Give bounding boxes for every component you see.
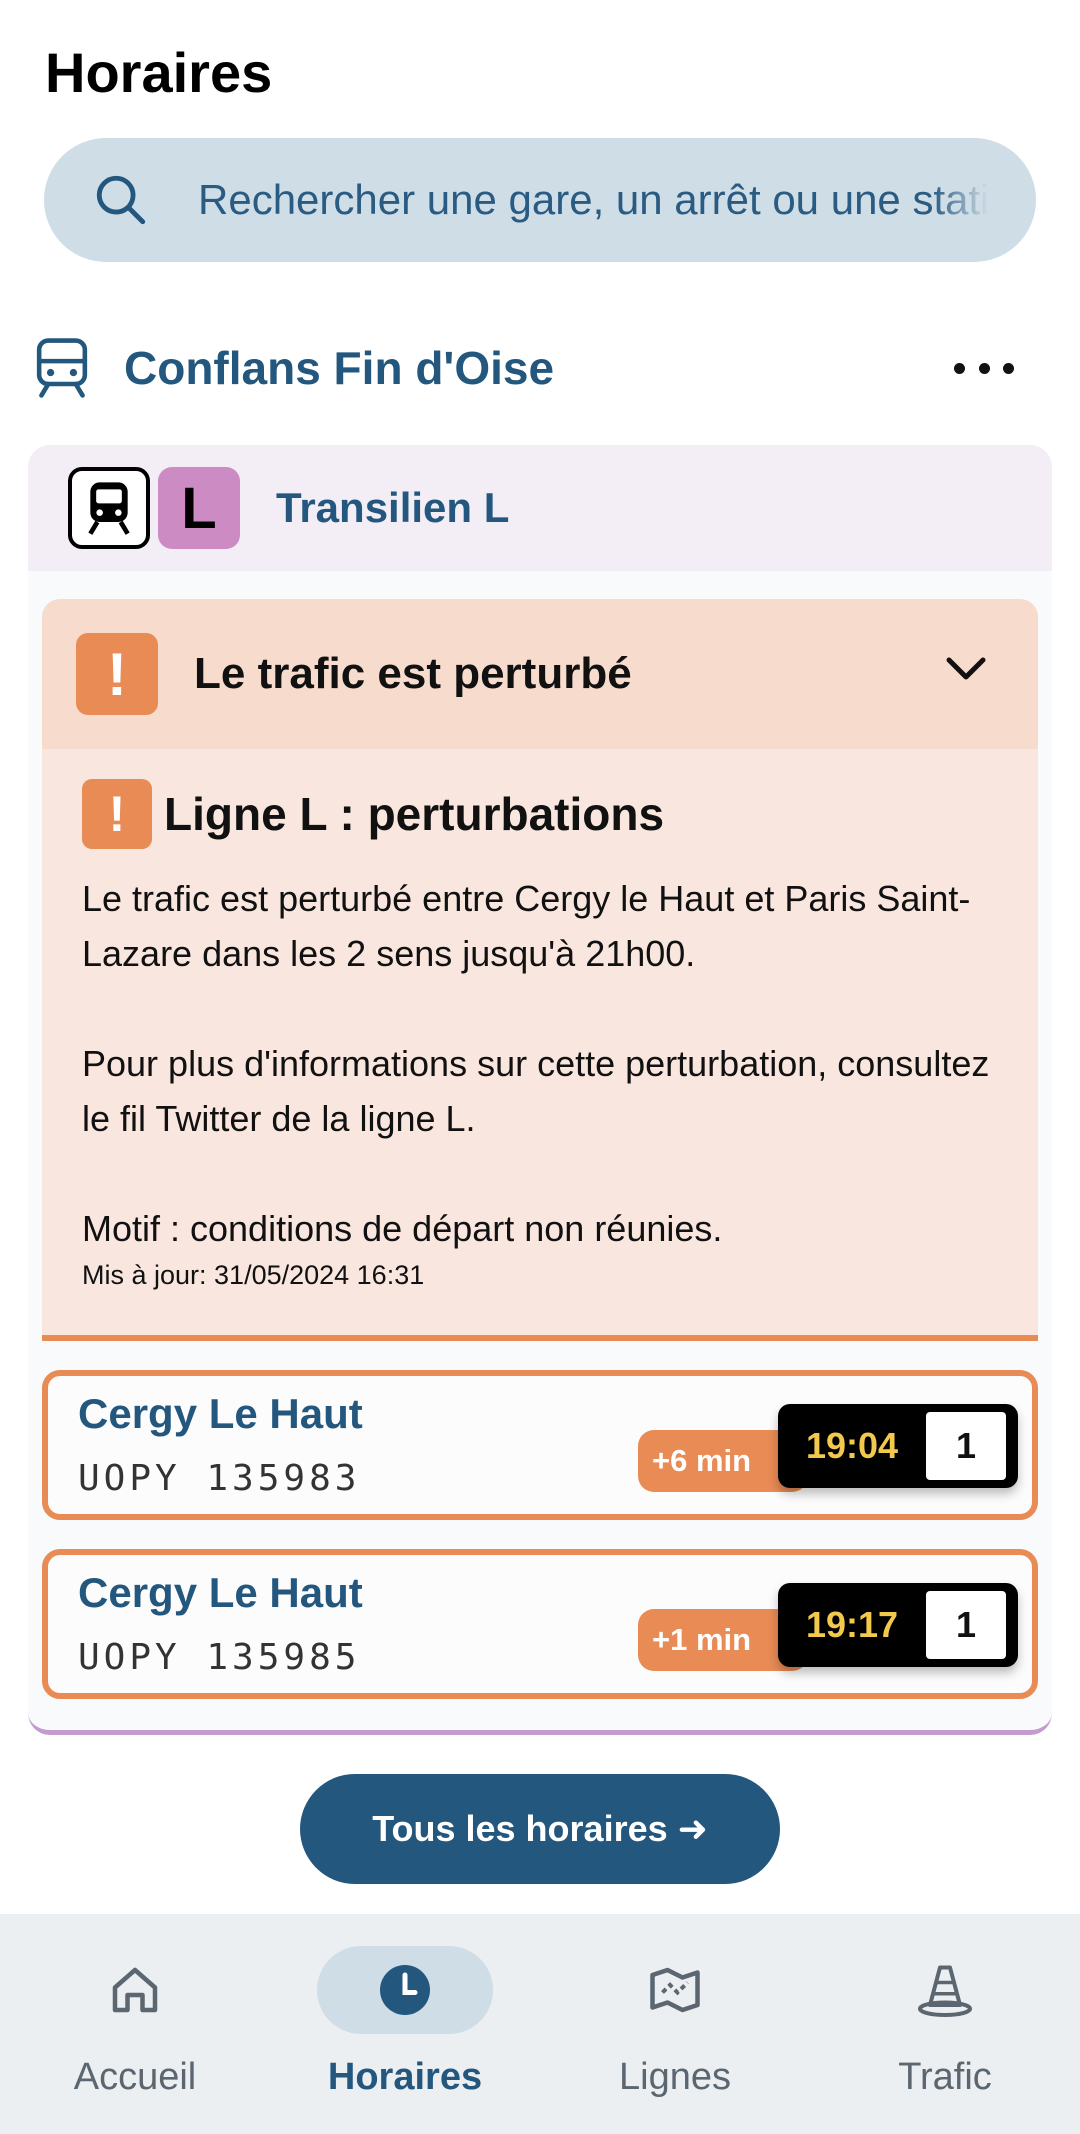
search-input[interactable]: Rechercher une gare, un arrêt ou une sta… bbox=[198, 176, 988, 224]
home-icon bbox=[112, 1967, 158, 2013]
nav-item-accueil[interactable]: Accueil bbox=[0, 1914, 270, 2134]
departure-time: 19:04 bbox=[805, 1425, 899, 1466]
platform-number: 1 bbox=[926, 1412, 1006, 1480]
warning-icon: ! bbox=[76, 633, 158, 715]
line-header[interactable]: L Transilien L bbox=[28, 445, 1052, 571]
nav-item-horaires[interactable]: Horaires bbox=[270, 1914, 540, 2134]
alert-updated-timestamp: Mis à jour: 31/05/2024 16:31 bbox=[82, 1260, 425, 1290]
train-icon bbox=[36, 338, 88, 398]
nav-label: Horaires bbox=[327, 2056, 483, 2098]
departure-board: 19:17 1 bbox=[778, 1583, 1018, 1667]
departure-board: 19:04 1 bbox=[778, 1404, 1018, 1488]
nav-label: Lignes bbox=[619, 2056, 731, 2098]
departure-time: 19:17 bbox=[805, 1604, 899, 1645]
nav-item-trafic[interactable]: Trafic bbox=[810, 1914, 1080, 2134]
departure-destination: Cergy Le Haut bbox=[78, 1569, 363, 1616]
alert-body: ! Ligne L : perturbations Le trafic est … bbox=[42, 749, 1038, 1291]
departure-row[interactable]: Cergy Le Haut UOPY 135985 +1 min 19:17 1 bbox=[42, 1549, 1038, 1699]
bottom-navigation: Accueil Horaires Lignes Trafic bbox=[0, 1914, 1080, 2134]
departure-destination: Cergy Le Haut bbox=[78, 1390, 363, 1437]
departure-row[interactable]: Cergy Le Haut UOPY 135983 +6 min 19:04 1 bbox=[42, 1370, 1038, 1520]
more-dot-icon bbox=[1003, 362, 1014, 374]
warning-icon: ! bbox=[82, 779, 152, 849]
nav-item-lignes[interactable]: Lignes bbox=[540, 1914, 810, 2134]
search-bar[interactable]: Rechercher une gare, un arrêt ou une sta… bbox=[44, 138, 1036, 262]
search-icon bbox=[96, 175, 146, 225]
stop-header: Conflans Fin d'Oise bbox=[34, 330, 1054, 406]
stop-name: Conflans Fin d'Oise bbox=[124, 342, 555, 394]
more-options-button[interactable] bbox=[954, 350, 1014, 386]
chevron-down-icon[interactable] bbox=[944, 654, 988, 684]
train-code: UOPY 135985 bbox=[78, 1637, 361, 1678]
platform-number: 1 bbox=[926, 1591, 1006, 1659]
alert-subtitle: Ligne L : perturbations bbox=[164, 788, 665, 840]
all-schedules-button[interactable]: Tous les horaires ➜ bbox=[300, 1774, 780, 1884]
alert-message: Le trafic est perturbé entre Cergy le Ha… bbox=[82, 878, 990, 1249]
train-front-icon bbox=[88, 482, 130, 535]
traffic-alert: ! Le trafic est perturbé ! Ligne L : per… bbox=[42, 599, 1038, 1341]
line-badge: L bbox=[158, 467, 240, 549]
line-card: L Transilien L ! Le trafic est perturbé … bbox=[28, 445, 1052, 1735]
alert-header[interactable]: ! Le trafic est perturbé bbox=[42, 599, 1038, 749]
train-code: UOPY 135983 bbox=[78, 1458, 361, 1499]
alert-title: Le trafic est perturbé bbox=[194, 649, 632, 698]
train-mode-badge bbox=[68, 467, 150, 549]
more-dot-icon bbox=[978, 362, 990, 374]
page-title: Horaires bbox=[45, 41, 273, 104]
nav-label: Accueil bbox=[73, 2056, 197, 2098]
traffic-cone-icon bbox=[918, 1965, 972, 2017]
line-name: Transilien L bbox=[276, 484, 510, 531]
more-dot-icon bbox=[954, 362, 965, 374]
clock-icon bbox=[380, 1965, 430, 2015]
alert-subheader: ! Ligne L : perturbations bbox=[82, 779, 998, 849]
nav-label: Trafic bbox=[898, 2056, 992, 2098]
map-icon bbox=[650, 1967, 700, 2013]
